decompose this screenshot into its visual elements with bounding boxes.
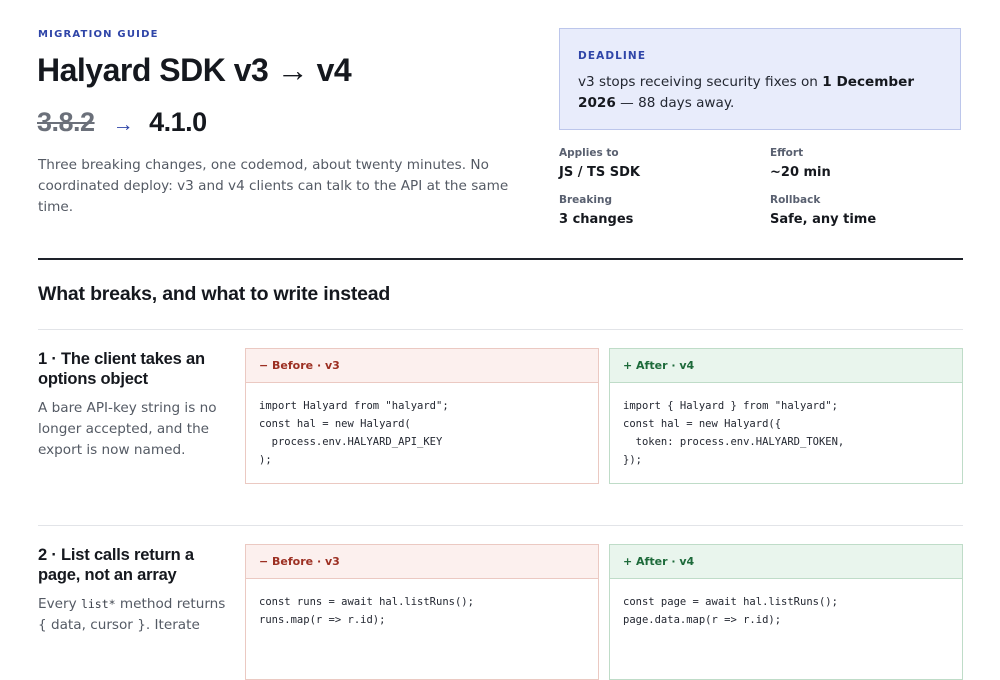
meta-value: 3 changes: [559, 212, 634, 227]
deadline-text-suffix: — 88 days away.: [615, 95, 735, 111]
version-to: 4.1.0: [149, 107, 207, 137]
change-title: 1 · The client takes an options object: [38, 350, 205, 388]
code-line: import { Halyard } from "halyard";: [623, 400, 838, 412]
code-line: token: process.env.HALYARD_TOKEN,: [623, 436, 845, 448]
meta-grid: Applies to JS / TS SDK Effort ~20 min Br…: [559, 147, 963, 227]
eyebrow-label: MIGRATION GUIDE: [38, 29, 159, 40]
meta-item-breaking: Breaking 3 changes: [559, 194, 770, 227]
intro-paragraph: Three breaking changes, one codemod, abo…: [38, 157, 509, 215]
before-code-panel: − Before · v3 import Halyard from "halya…: [245, 348, 599, 484]
meta-label: Effort: [770, 147, 804, 159]
meta-value: JS / TS SDK: [559, 165, 640, 180]
meta-item-effort: Effort ~20 min: [770, 147, 963, 180]
before-code-block: import Halyard from "halyard"; const hal…: [246, 383, 598, 469]
change-title: 2 · List calls return a page, not an arr…: [38, 546, 194, 584]
section-divider: [38, 258, 963, 260]
code-line: });: [623, 454, 642, 466]
code-line: const hal = new Halyard(: [259, 418, 411, 430]
change-divider: [38, 525, 963, 526]
before-code-block: const runs = await hal.listRuns(); runs.…: [246, 579, 598, 629]
meta-value: ~20 min: [770, 165, 831, 180]
deadline-text: v3 stops receiving security fixes on 1 D…: [578, 72, 942, 114]
after-code-block: import { Halyard } from "halyard"; const…: [610, 383, 962, 469]
after-panel-header: + After · v4: [610, 349, 962, 383]
meta-label: Applies to: [559, 147, 619, 159]
code-line: );: [259, 454, 272, 466]
after-code-panel: + After · v4 import { Halyard } from "ha…: [609, 348, 963, 484]
code-line: page.data.map(r => r.id);: [623, 614, 782, 626]
change-description: A bare API-key string is no longer accep…: [38, 398, 230, 461]
change-divider: [38, 329, 963, 330]
code-line: const page = await hal.listRuns();: [623, 596, 838, 608]
code-line: const hal = new Halyard({: [623, 418, 782, 430]
change-description-code: list*: [80, 597, 116, 611]
change-description: Every list* method returns { data, curso…: [38, 594, 230, 636]
before-code-panel: − Before · v3 const runs = await hal.lis…: [245, 544, 599, 680]
before-panel-header: − Before · v3: [246, 545, 598, 579]
after-panel-header: + After · v4: [610, 545, 962, 579]
meta-value: Safe, any time: [770, 212, 877, 227]
after-code-block: const page = await hal.listRuns(); page.…: [610, 579, 962, 629]
migration-guide-page: MIGRATION GUIDE Halyard SDK v3 → v4 3.8.…: [0, 0, 1000, 680]
page-title: Halyard SDK v3 → v4: [37, 52, 352, 88]
code-line: process.env.HALYARD_API_KEY: [259, 436, 443, 448]
after-code-panel: + After · v4 const page = await hal.list…: [609, 544, 963, 680]
right-arrow-icon: →: [112, 113, 134, 136]
version-change: 3.8.2 → 4.1.0: [37, 107, 207, 138]
code-line: const runs = await hal.listRuns();: [259, 596, 474, 608]
before-panel-header: − Before · v3: [246, 349, 598, 383]
version-from: 3.8.2: [37, 107, 95, 137]
change-description-text: Every: [38, 596, 81, 612]
meta-label: Rollback: [770, 194, 821, 206]
deadline-label: DEADLINE: [578, 50, 647, 62]
code-line: import Halyard from "halyard";: [259, 400, 449, 412]
code-line: runs.map(r => r.id);: [259, 614, 386, 626]
section-title: What breaks, and what to write instead: [38, 283, 391, 305]
change-description-text: A bare API-key string is no longer accep…: [38, 400, 217, 458]
meta-item-applies-to: Applies to JS / TS SDK: [559, 147, 770, 180]
meta-label: Breaking: [559, 194, 612, 206]
deadline-text-prefix: v3 stops receiving security fixes on: [578, 74, 823, 90]
meta-item-rollback: Rollback Safe, any time: [770, 194, 963, 227]
deadline-callout: DEADLINE v3 stops receiving security fix…: [559, 28, 961, 130]
